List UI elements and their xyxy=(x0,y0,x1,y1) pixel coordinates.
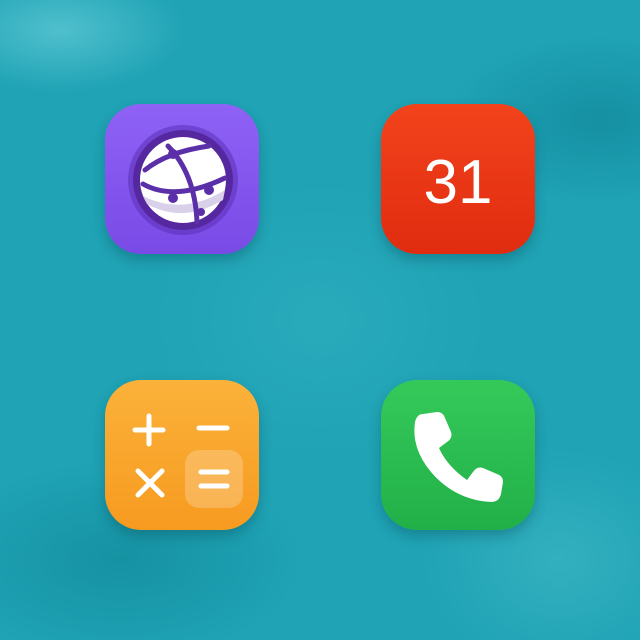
phone-handset-icon xyxy=(414,412,503,502)
browser-app-icon[interactable] xyxy=(105,104,259,254)
home-screen-wallpaper xyxy=(0,0,640,640)
calendar-app-icon[interactable]: 31 xyxy=(381,104,535,254)
calculator-icon xyxy=(132,413,243,508)
calendar-day-number: 31 xyxy=(423,148,493,217)
calculator-app-icon[interactable] xyxy=(105,380,259,530)
phone-app-icon[interactable] xyxy=(381,380,535,530)
globe-icon xyxy=(128,125,238,235)
